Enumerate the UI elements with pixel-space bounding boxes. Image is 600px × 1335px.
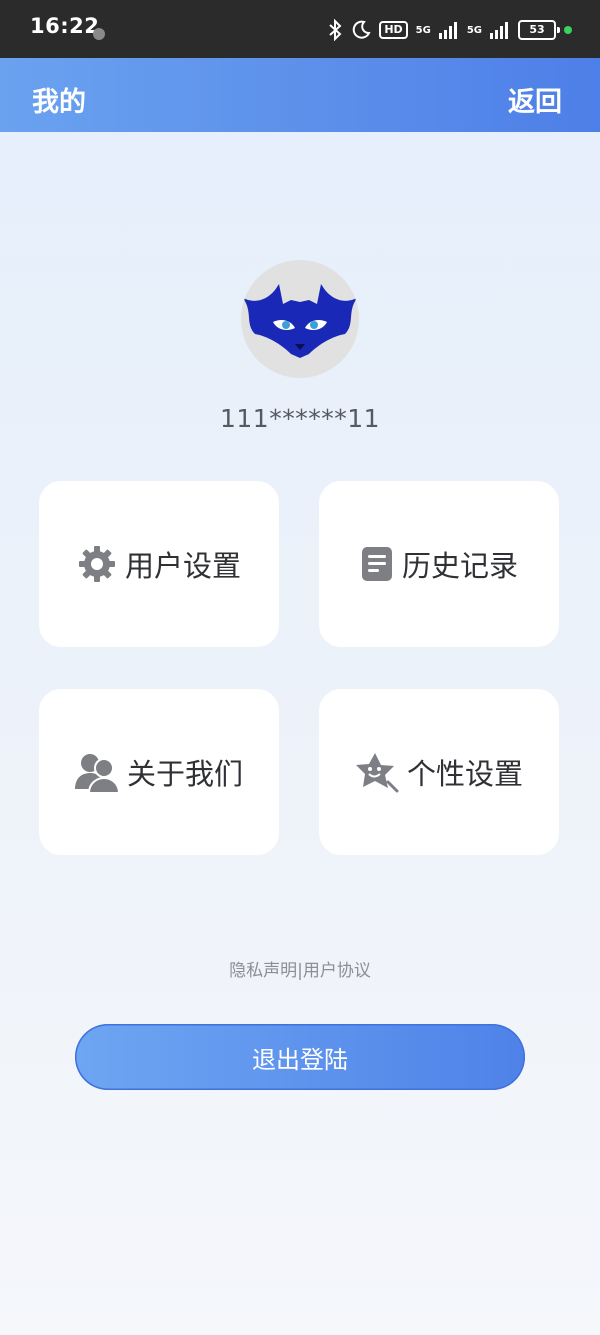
bluetooth-icon (329, 19, 342, 41)
personalization-card[interactable]: 个性设置 (319, 689, 559, 855)
bat-avatar-icon (243, 284, 357, 358)
privacy-indicator-icon (564, 26, 572, 34)
tiktok-icon (93, 28, 105, 40)
signal-icon (490, 22, 508, 39)
star-face-icon (355, 751, 399, 793)
status-bar: 16:22 HD 5G 5G 53 (0, 0, 600, 58)
history-card[interactable]: 历史记录 (319, 481, 559, 647)
avatar[interactable] (241, 260, 359, 378)
history-label: 历史记录 (401, 549, 518, 583)
hd-badge: HD (379, 21, 408, 39)
document-icon (360, 546, 394, 582)
status-time: 16:22 (30, 14, 100, 38)
app-bar: 我的 返回 (0, 58, 600, 132)
network-label-2: 5G (466, 24, 482, 36)
about-us-label: 关于我们 (126, 757, 243, 791)
network-label-1: 5G (415, 24, 431, 36)
gear-icon (77, 544, 117, 584)
page-title: 我的 (32, 87, 86, 118)
logout-button[interactable]: 退出登陆 (75, 1024, 525, 1090)
about-us-card[interactable]: 关于我们 (39, 689, 279, 855)
username: 111******11 (219, 404, 381, 433)
status-icons: HD 5G 5G 53 (327, 18, 572, 42)
signal-icon (438, 22, 457, 39)
user-settings-label: 用户设置 (124, 549, 241, 583)
moon-icon (353, 20, 371, 39)
user-settings-card[interactable]: 用户设置 (39, 481, 279, 647)
users-icon (74, 751, 119, 793)
privacy-agreement-links[interactable]: 隐私声明|用户协议 (0, 956, 600, 981)
battery-icon: 53 (518, 20, 560, 40)
back-button[interactable]: 返回 (508, 80, 562, 119)
personalization-label: 个性设置 (406, 757, 523, 791)
